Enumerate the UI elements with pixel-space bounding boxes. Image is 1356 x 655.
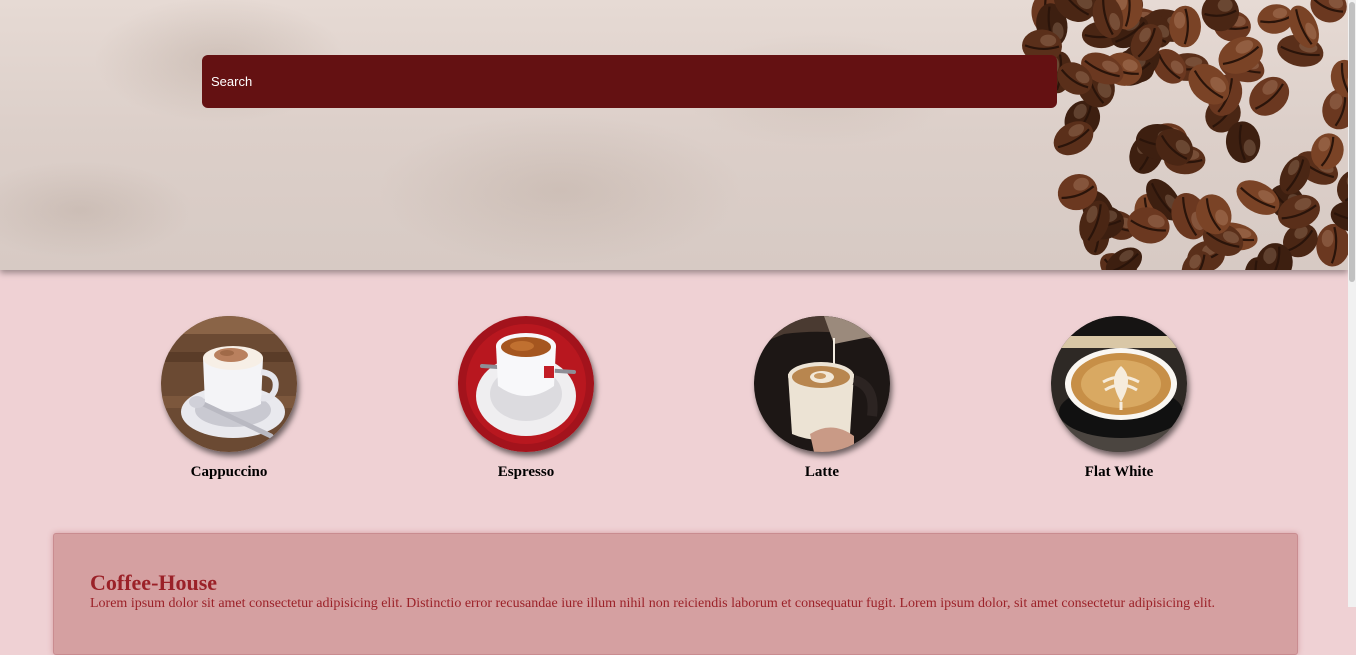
about-text: Lorem ipsum dolor sit amet consectetur a…: [90, 596, 1215, 611]
drink-label[interactable]: Latte: [722, 464, 922, 481]
drink-label[interactable]: Espresso: [426, 464, 626, 481]
scrollbar[interactable]: [1348, 0, 1356, 607]
drink-item-latte[interactable]: Latte: [722, 316, 922, 481]
hero-banner: Search: [0, 0, 1348, 270]
about-card: Coffee-House Lorem ipsum dolor sit amet …: [53, 533, 1298, 655]
latte-image[interactable]: [754, 316, 890, 452]
drink-label[interactable]: Flat White: [1019, 464, 1219, 481]
drink-item-espresso[interactable]: Espresso: [426, 316, 626, 481]
drink-label[interactable]: Cappuccino: [129, 464, 329, 481]
search-label: Search: [211, 74, 253, 89]
flat-white-image[interactable]: [1051, 316, 1187, 452]
search-bar[interactable]: Search: [202, 55, 1057, 108]
drink-item-flat-white[interactable]: Flat White: [1019, 316, 1219, 481]
about-title: Coffee-House: [90, 570, 218, 595]
coffee-beans-image: [1022, 0, 1348, 270]
cappuccino-image[interactable]: [161, 316, 297, 452]
scrollbar-thumb[interactable]: [1349, 2, 1355, 282]
espresso-image[interactable]: [458, 316, 594, 452]
drink-item-cappuccino[interactable]: Cappuccino: [129, 316, 329, 481]
